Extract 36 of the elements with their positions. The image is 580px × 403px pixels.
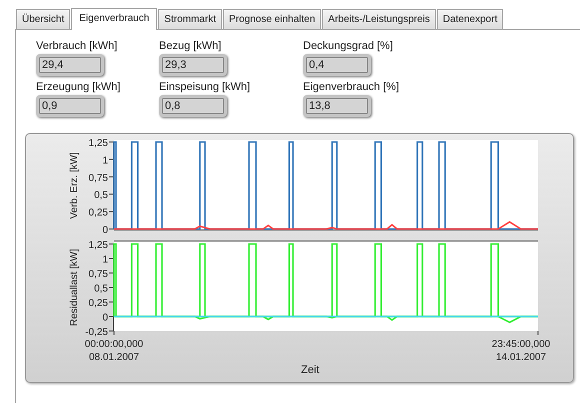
axis-tick-label: 0 <box>102 225 108 236</box>
axis-tick-label: 00:00:00,000 08.01.2007 <box>84 339 144 361</box>
axis-title: Zeit <box>301 364 320 376</box>
value-display: 0,9 <box>36 95 104 117</box>
axis-tick-label: 0,25 <box>88 208 108 219</box>
value-display: 29,3 <box>159 54 227 76</box>
axis-tick-label: -0,25 <box>85 327 108 338</box>
axis-title: Residuallast [kW] <box>69 248 80 326</box>
tab[interactable]: Datenexport <box>436 9 504 29</box>
field-label: Erzeugung [kWh] <box>36 81 120 93</box>
field-label: Einspeisung [kWh] <box>159 81 250 93</box>
axis-tick-label: 1,25 <box>88 240 108 251</box>
axis-tick-label: 0 <box>102 312 108 324</box>
tab[interactable]: Eigenverbrauch <box>71 8 158 30</box>
axis-tick-label: 0,25 <box>88 298 108 309</box>
field-label: Deckungsgrad [%] <box>303 40 393 52</box>
axis-tick-label: 1 <box>102 254 108 266</box>
axis-tick-label: 0,75 <box>88 172 108 184</box>
value-display: 29,4 <box>36 54 104 76</box>
axis-tick-label: 23:45:00,000 14.01.2007 <box>492 339 550 361</box>
tab[interactable]: Strommarkt <box>158 9 222 29</box>
field-label: Eigenverbrauch [%] <box>303 81 399 93</box>
axis-tick-label: 0,5 <box>94 190 108 202</box>
value-display: 0,4 <box>303 54 371 76</box>
field-label: Verbrauch [kWh] <box>36 40 118 52</box>
tab[interactable]: Arbeits-/Leistungspreis <box>322 9 436 29</box>
axis-tick-label: 1,25 <box>88 138 108 149</box>
field-label: Bezug [kWh] <box>159 40 222 52</box>
value-display: 0,8 <box>159 95 227 117</box>
axis-title: Verb. Erz. [kW] <box>69 152 80 219</box>
tab[interactable]: Übersicht <box>16 9 70 29</box>
tab[interactable]: Prognose einhalten <box>222 9 322 29</box>
value-display: 13,8 <box>303 95 371 117</box>
axis-tick-label: 1 <box>102 155 108 166</box>
axis-tick-label: 0,75 <box>88 269 108 280</box>
axis-tick-label: 0,5 <box>94 284 108 294</box>
